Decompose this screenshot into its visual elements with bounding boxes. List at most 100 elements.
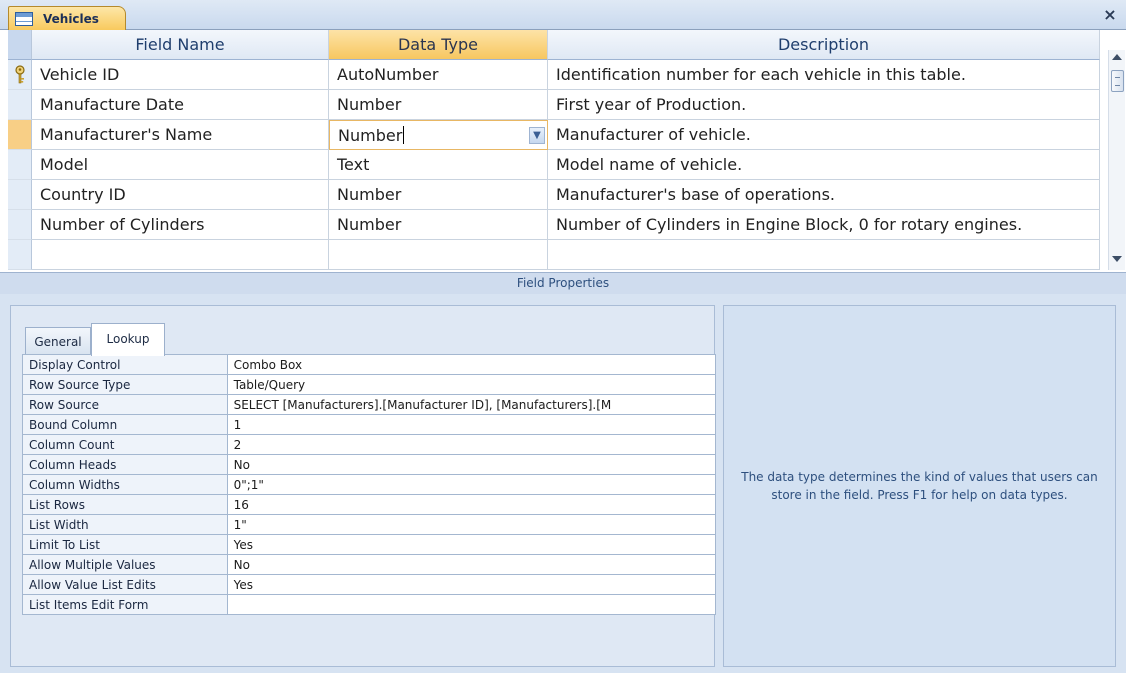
data-type-cell-empty[interactable] — [329, 240, 548, 270]
table-row-current[interactable]: Manufacturer's Name Number ▼ Manufacture… — [8, 120, 1108, 150]
row-selector[interactable] — [8, 240, 32, 270]
property-row[interactable]: List Items Edit Form — [22, 594, 717, 615]
property-row[interactable]: List Width 1" — [22, 514, 717, 535]
scroll-up-icon[interactable] — [1112, 54, 1122, 60]
help-text: The data type determines the kind of val… — [741, 470, 1098, 502]
property-row[interactable]: Column Count 2 — [22, 434, 717, 455]
property-row[interactable]: Row Source Type Table/Query — [22, 374, 717, 395]
property-value[interactable]: 2 — [226, 434, 717, 455]
property-label: Column Count — [22, 434, 228, 455]
property-value[interactable]: Combo Box — [226, 354, 717, 375]
row-selector[interactable] — [8, 150, 32, 180]
data-type-combo-value: Number — [338, 126, 403, 145]
scroll-down-icon[interactable] — [1112, 256, 1122, 262]
field-properties-header: Field Properties — [0, 272, 1126, 294]
description-cell[interactable]: Number of Cylinders in Engine Block, 0 f… — [548, 210, 1100, 240]
table-row-empty[interactable] — [8, 240, 1108, 270]
select-all-corner[interactable] — [8, 30, 32, 60]
property-row[interactable]: Limit To List Yes — [22, 534, 717, 555]
primary-key-icon — [15, 65, 25, 84]
property-label: Column Widths — [22, 474, 228, 495]
property-value[interactable]: 1 — [226, 414, 717, 435]
description-cell[interactable]: Manufacturer's base of operations. — [548, 180, 1100, 210]
description-header[interactable]: Description — [548, 30, 1100, 60]
property-label: Allow Value List Edits — [22, 574, 228, 595]
field-name-header[interactable]: Field Name — [32, 30, 329, 60]
row-selector[interactable] — [8, 210, 32, 240]
field-name-cell-empty[interactable] — [32, 240, 329, 270]
vehicles-document-tab[interactable]: Vehicles — [8, 6, 126, 31]
description-cell[interactable]: Model name of vehicle. — [548, 150, 1100, 180]
document-tab-title: Vehicles — [43, 12, 99, 26]
property-label: List Rows — [22, 494, 228, 515]
property-value[interactable]: 16 — [226, 494, 717, 515]
row-selector[interactable] — [8, 60, 32, 90]
field-name-cell[interactable]: Vehicle ID — [32, 60, 329, 90]
close-icon[interactable]: × — [1102, 7, 1118, 23]
tab-lookup[interactable]: Lookup — [91, 323, 165, 356]
property-label: Row Source — [22, 394, 228, 415]
table-row[interactable]: Model Text Model name of vehicle. — [8, 150, 1108, 180]
property-value[interactable]: No — [226, 554, 717, 575]
data-type-combo[interactable]: Number ▼ — [329, 120, 548, 150]
data-type-header[interactable]: Data Type — [329, 30, 548, 60]
scroll-thumb[interactable] — [1111, 70, 1124, 92]
help-panel: The data type determines the kind of val… — [723, 305, 1116, 667]
property-row[interactable]: Bound Column 1 — [22, 414, 717, 435]
property-value[interactable]: SELECT [Manufacturers].[Manufacturer ID]… — [226, 394, 717, 415]
field-name-cell[interactable]: Country ID — [32, 180, 329, 210]
lookup-properties-table: Display Control Combo Box Row Source Type T… — [22, 354, 717, 615]
data-type-cell[interactable]: Number — [329, 210, 548, 240]
grid-header-row: Field Name Data Type Description — [8, 30, 1108, 60]
row-selector[interactable] — [8, 180, 32, 210]
description-cell[interactable]: Identification number for each vehicle i… — [548, 60, 1100, 90]
property-label: Column Heads — [22, 454, 228, 475]
description-cell[interactable]: Manufacturer of vehicle. — [548, 120, 1100, 150]
field-name-cell[interactable]: Model — [32, 150, 329, 180]
property-value[interactable] — [226, 594, 717, 615]
description-cell[interactable]: First year of Production. — [548, 90, 1100, 120]
field-properties-pane: General Lookup Display Control Combo Box R… — [0, 294, 1126, 673]
chevron-down-icon[interactable]: ▼ — [529, 127, 545, 144]
table-row[interactable]: Country ID Number Manufacturer's base of… — [8, 180, 1108, 210]
data-type-cell[interactable]: AutoNumber — [329, 60, 548, 90]
property-label: List Width — [22, 514, 228, 535]
property-value[interactable]: Yes — [226, 574, 717, 595]
property-label: Limit To List — [22, 534, 228, 555]
table-icon — [15, 12, 33, 26]
field-name-cell[interactable]: Manufacturer's Name — [32, 120, 329, 150]
property-label: List Items Edit Form — [22, 594, 228, 615]
property-value[interactable]: 1" — [226, 514, 717, 535]
table-design-grid: Field Name Data Type Description Vehicle… — [8, 30, 1108, 270]
property-label: Bound Column — [22, 414, 228, 435]
property-label: Row Source Type — [22, 374, 228, 395]
description-cell-empty[interactable] — [548, 240, 1100, 270]
document-tab-strip: Vehicles × — [0, 0, 1126, 31]
tab-general[interactable]: General — [25, 327, 91, 355]
property-value[interactable]: No — [226, 454, 717, 475]
property-row[interactable]: Row Source SELECT [Manufacturers].[Manufa… — [22, 394, 717, 415]
property-value[interactable]: Yes — [226, 534, 717, 555]
property-row[interactable]: List Rows 16 — [22, 494, 717, 515]
property-row[interactable]: Display Control Combo Box — [22, 354, 717, 375]
data-type-cell[interactable]: Number — [329, 90, 548, 120]
field-name-cell[interactable]: Manufacture Date — [32, 90, 329, 120]
property-label: Display Control — [22, 354, 228, 375]
property-row[interactable]: Column Heads No — [22, 454, 717, 475]
table-row[interactable]: Vehicle ID AutoNumber Identification num… — [8, 60, 1108, 90]
property-row[interactable]: Column Widths 0";1" — [22, 474, 717, 495]
grid-vertical-scrollbar[interactable] — [1108, 50, 1125, 270]
data-type-cell[interactable]: Number — [329, 180, 548, 210]
row-selector[interactable] — [8, 90, 32, 120]
field-name-cell[interactable]: Number of Cylinders — [32, 210, 329, 240]
property-value[interactable]: Table/Query — [226, 374, 717, 395]
data-type-cell[interactable]: Text — [329, 150, 548, 180]
property-label: Allow Multiple Values — [22, 554, 228, 575]
properties-panel: General Lookup Display Control Combo Box R… — [10, 305, 717, 667]
property-value[interactable]: 0";1" — [226, 474, 717, 495]
property-row[interactable]: Allow Value List Edits Yes — [22, 574, 717, 595]
property-row[interactable]: Allow Multiple Values No — [22, 554, 717, 575]
row-selector-current[interactable] — [8, 120, 32, 150]
table-row[interactable]: Number of Cylinders Number Number of Cyl… — [8, 210, 1108, 240]
table-row[interactable]: Manufacture Date Number First year of Pr… — [8, 90, 1108, 120]
